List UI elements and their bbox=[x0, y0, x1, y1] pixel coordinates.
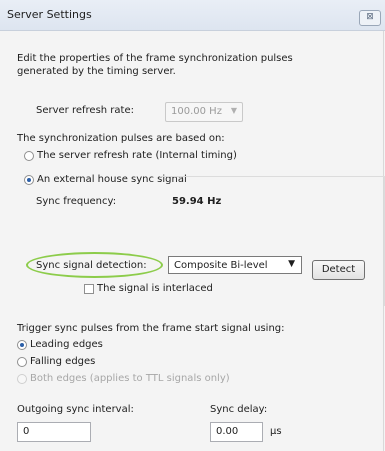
chevron-down-icon: ▼ bbox=[230, 106, 237, 115]
outgoing-interval-label: Outgoing sync interval: bbox=[17, 404, 134, 415]
sync-detection-label: Sync signal detection: bbox=[36, 260, 147, 271]
refresh-rate-value: 100.00 Hz bbox=[171, 106, 222, 117]
detect-button[interactable]: Detect bbox=[312, 260, 365, 280]
refresh-rate-dropdown: 100.00 Hz ▼ bbox=[165, 102, 243, 122]
outgoing-interval-input[interactable]: 0 bbox=[17, 422, 91, 442]
sync-delay-input[interactable]: 0.00 bbox=[210, 422, 263, 442]
description-text: Edit the properties of the frame synchro… bbox=[17, 53, 293, 77]
radio-internal-timing[interactable] bbox=[24, 151, 34, 161]
radio-leading-edges[interactable] bbox=[17, 340, 27, 350]
interlaced-label[interactable]: The signal is interlaced bbox=[97, 283, 213, 294]
radio-falling-edges-label[interactable]: Falling edges bbox=[30, 356, 95, 367]
interlaced-checkbox[interactable] bbox=[84, 284, 94, 294]
sync-frequency-value: 59.94 Hz bbox=[172, 196, 222, 207]
sync-detection-value: Composite Bi-level bbox=[174, 260, 268, 271]
window-title: Server Settings bbox=[7, 8, 92, 21]
refresh-rate-label: Server refresh rate: bbox=[36, 105, 134, 116]
radio-leading-edges-label[interactable]: Leading edges bbox=[30, 339, 103, 350]
sync-frequency-label: Sync frequency: bbox=[36, 196, 117, 207]
sync-basis-label: The synchronization pulses are based on: bbox=[17, 133, 225, 144]
title-bar: Server Settings ⊠ bbox=[0, 0, 385, 31]
radio-falling-edges[interactable] bbox=[17, 357, 27, 367]
radio-internal-timing-label[interactable]: The server refresh rate (Internal timing… bbox=[37, 150, 237, 161]
chevron-down-icon: ▼ bbox=[288, 259, 295, 269]
sync-delay-unit: µs bbox=[270, 426, 282, 437]
server-settings-window: Server Settings ⊠ Edit the properties of… bbox=[0, 0, 385, 451]
close-button[interactable]: ⊠ bbox=[359, 10, 381, 26]
radio-both-edges-label: Both edges (applies to TTL signals only) bbox=[30, 373, 230, 384]
radio-both-edges bbox=[17, 374, 27, 384]
group-divider bbox=[160, 176, 384, 177]
radio-external-sync[interactable] bbox=[24, 175, 34, 185]
sync-delay-label: Sync delay: bbox=[210, 404, 268, 415]
close-icon: ⊠ bbox=[366, 12, 374, 22]
dialog-content: Edit the properties of the frame synchro… bbox=[0, 31, 385, 451]
sync-detection-dropdown[interactable]: Composite Bi-level ▼ bbox=[168, 256, 302, 274]
trigger-label: Trigger sync pulses from the frame start… bbox=[17, 323, 285, 334]
